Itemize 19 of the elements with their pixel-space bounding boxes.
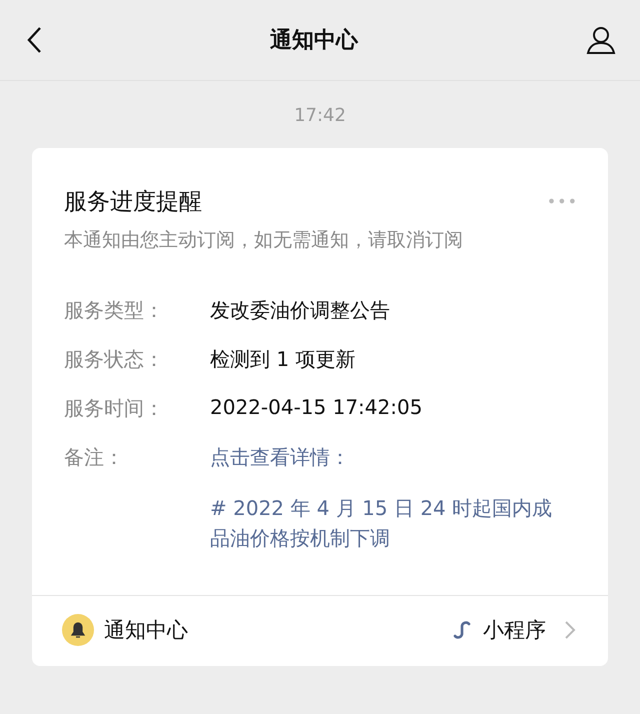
field-value: 发改委油价调整公告 [210, 297, 391, 324]
bell-icon [62, 614, 94, 646]
back-icon[interactable] [26, 26, 42, 54]
subscription-note: 本通知由您主动订阅，如无需通知，请取消订阅 [63, 228, 464, 253]
mini-program-link[interactable]: 小程序 [483, 616, 546, 644]
link-icon [451, 619, 473, 641]
card-title: 服务进度提醒 [64, 188, 202, 217]
timestamp: 17:42 [293, 105, 347, 126]
detail-link[interactable]: 点击查看详情： [210, 444, 568, 471]
field-label: 服务时间： [64, 395, 165, 422]
person-icon[interactable] [586, 25, 616, 55]
field-value: 检测到 1 项更新 [210, 346, 356, 373]
detail-link[interactable]: # 2022 年 4 月 15 日 24 时起国内成品油价格按机制下调 [210, 493, 568, 553]
field-label: 服务类型： [64, 297, 165, 324]
field-label: 备注： [64, 444, 125, 471]
field-label: 服务状态： [64, 346, 165, 373]
field-value: 2022-04-15 17:42:05 [210, 395, 424, 421]
page-title: 通知中心 [270, 26, 358, 55]
source-name: 通知中心 [104, 617, 188, 644]
